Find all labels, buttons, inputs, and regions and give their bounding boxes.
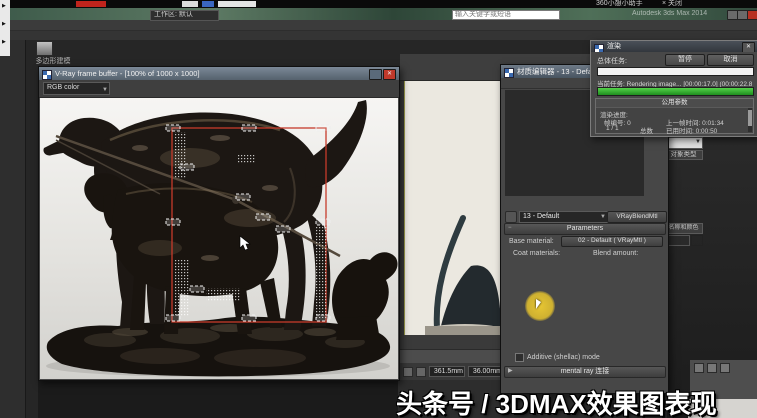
overlay-red-block: [76, 1, 106, 7]
ribbon-tabs: [0, 31, 757, 40]
click-highlight-cursor: [525, 291, 555, 321]
vfb-render-canvas[interactable]: [40, 98, 398, 379]
render-progress-dialog: 渲染 ✕ 总体任务: 暂停 取消 当前任务: Rendering image..…: [590, 40, 757, 137]
overall-task-label: 总体任务:: [597, 58, 627, 65]
cancel-button[interactable]: 取消: [707, 54, 754, 66]
group-scrollbar[interactable]: [748, 108, 752, 132]
object-color-swatch[interactable]: [691, 235, 703, 246]
viewport-canvas[interactable]: [404, 80, 503, 336]
material-name-dropdown[interactable]: 13 - Default ▼: [519, 211, 608, 223]
assistant-label: 360小憩小助手: [596, 0, 643, 7]
list-bullet-icon: ▶: [2, 39, 6, 45]
grid-toggle-icon[interactable]: [403, 366, 413, 377]
material-name-row: 13 - Default ▼ VRayBlendMtl: [505, 210, 667, 223]
vfb-titlebar[interactable]: V-Ray frame buffer - [100% of 1000 x 100…: [39, 67, 399, 80]
app-title: Autodesk 3ds Max 2014: [632, 10, 708, 17]
common-parameters-title: 公用参数: [596, 99, 753, 108]
viewport-statue-partial: [425, 215, 503, 336]
list-bullet-icon: ▶: [2, 21, 6, 27]
watermark: 头条号 / 3DMAX效果图表现: [396, 389, 717, 418]
vfb-title: V-Ray frame buffer - [100% of 1000 x 100…: [55, 69, 200, 78]
collapse-icon: −: [508, 225, 512, 231]
mental-ray-connection-rollout[interactable]: ▶ mental ray 连接: [504, 366, 666, 378]
additive-mode-label: Additive (shellac) mode: [527, 354, 600, 361]
expand-icon: ▶: [508, 368, 513, 374]
corner-icon: [720, 363, 730, 373]
infocenter-search-input[interactable]: [452, 9, 560, 20]
progress-fill: [598, 88, 753, 95]
base-material-label: Base material:: [509, 238, 554, 245]
parameters-rollout[interactable]: − Parameters: [504, 223, 666, 235]
coordinate-x-field[interactable]: 361.5mm: [429, 366, 465, 377]
coat-materials-header: Coat materials:: [513, 250, 561, 257]
name-color-rollout[interactable]: 名称和颜色: [664, 223, 703, 234]
additive-mode-checkbox[interactable]: [515, 353, 524, 362]
render-dialog-icon: [594, 43, 604, 52]
overlay-white-block: [182, 1, 198, 7]
current-progress-bar: [597, 87, 754, 96]
base-material-button[interactable]: 02 - Default ( VRayMtl ): [561, 236, 663, 247]
lock-selection-icon[interactable]: [416, 366, 426, 377]
polygon-modeling-cube-icon: [36, 41, 53, 56]
corner-icon: [694, 363, 704, 373]
material-editor-title: 材质编辑器 - 13 - Default: [517, 67, 600, 76]
coordinate-y-field[interactable]: 36.00mm: [468, 366, 504, 377]
overlay-white-block: [218, 1, 256, 7]
workspace-selector[interactable]: 工作区: 默认: [150, 9, 219, 21]
primitive-category-dropdown[interactable]: ▼: [664, 137, 703, 149]
vfb-toolbar: RGB color ▼: [39, 80, 399, 98]
blend-amount-header: Blend amount:: [593, 250, 639, 257]
max-titlebar[interactable]: 工作区: 默认 Autodesk 3ds Max 2014: [0, 8, 757, 21]
command-panel-sliver: ▼ 对象类型 名称和颜色: [663, 137, 703, 257]
ribbon-panel-label: 多边形建模: [35, 58, 71, 65]
corner-icon: [707, 363, 717, 373]
render-dialog-close-button[interactable]: ✕: [742, 42, 755, 52]
vray-frame-buffer-window: V-Ray frame buffer - [100% of 1000 x 100…: [38, 66, 400, 381]
coordinate-display-row: 361.5mm 36.00mm: [400, 363, 515, 380]
mouse-pointer-icon: [536, 299, 541, 309]
viewport[interactable]: [400, 80, 503, 349]
screen-recorder-overlay-bar: 360小憩小助手 × 关闭: [0, 0, 757, 8]
timeline-ruler[interactable]: [400, 349, 512, 363]
rendered-dog-statue-image: [40, 98, 398, 379]
vfb-close-button[interactable]: ✕: [383, 69, 396, 80]
render-dialog-title: 渲染: [607, 43, 621, 50]
menu-bar: [0, 20, 757, 31]
left-tool-strip: [0, 0, 26, 418]
vfb-channel-dropdown[interactable]: RGB color ▼: [43, 82, 110, 95]
common-parameters-group: 公用参数 渲染进度: 帧编号: 0 上一帧时间: 0:01:34 1 / 1 总…: [595, 98, 754, 135]
vfb-window-icon: [42, 69, 52, 80]
pick-material-eyedropper-icon[interactable]: [505, 211, 517, 223]
elapsed-time: 已用时间: 0:00:50: [666, 128, 718, 135]
chevron-down-icon: ▼: [695, 139, 701, 145]
chevron-down-icon: ▼: [600, 214, 606, 220]
list-bullet-icon: ▶: [2, 3, 6, 9]
material-type-button[interactable]: VRayBlendMtl: [607, 211, 667, 223]
render-dialog-titlebar[interactable]: 渲染 ✕: [591, 41, 757, 52]
pause-button[interactable]: 暂停: [665, 54, 705, 66]
bottom-dark-area: [38, 380, 400, 418]
object-type-rollout[interactable]: 对象类型: [664, 150, 703, 160]
app-root: ▶ ▶ ▶ 360小憩小助手 × 关闭 工作区: 默认 Autodesk 3ds…: [0, 0, 757, 418]
background-window-sliver: ▶ ▶ ▶: [0, 0, 10, 56]
material-editor-icon: [504, 67, 514, 78]
chevron-down-icon: ▼: [102, 87, 108, 93]
ribbon-modeling-panel[interactable]: 多边形建模: [24, 40, 82, 66]
overall-progress-bar: [597, 67, 754, 76]
close-button[interactable]: [747, 10, 757, 20]
vfb-minimize-button[interactable]: [369, 69, 382, 80]
overlay-blue-block: [202, 1, 214, 7]
overlay-close-button[interactable]: × 关闭: [662, 0, 682, 8]
